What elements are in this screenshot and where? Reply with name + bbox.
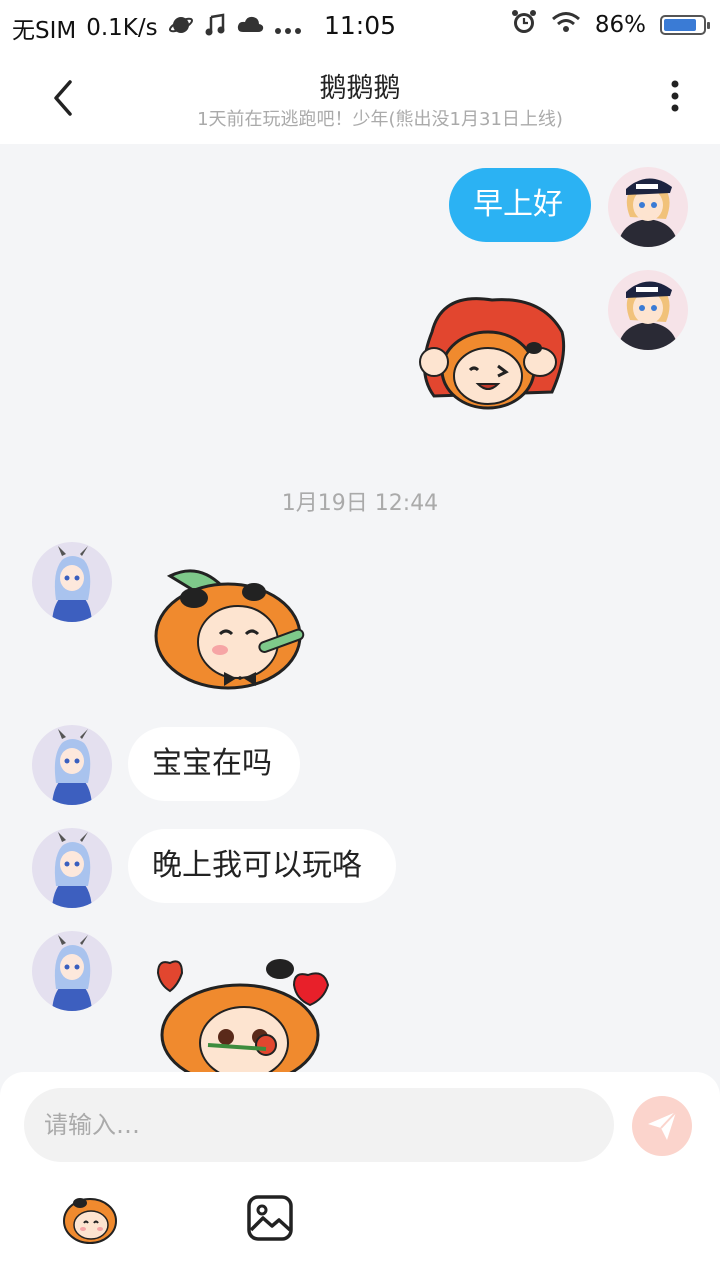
wifi-icon bbox=[551, 11, 581, 39]
image-button[interactable] bbox=[246, 1194, 294, 1242]
send-button[interactable] bbox=[632, 1096, 692, 1156]
image-icon bbox=[247, 1195, 293, 1241]
status-bar: 无SIM 0.1K/s 11:05 86% bbox=[0, 0, 720, 50]
contact-avatar[interactable] bbox=[32, 725, 112, 805]
contact-avatar[interactable] bbox=[32, 931, 112, 1011]
my-avatar[interactable] bbox=[608, 270, 688, 350]
my-avatar[interactable] bbox=[608, 167, 688, 247]
input-panel bbox=[0, 1072, 720, 1280]
contact-avatar-icon bbox=[32, 542, 112, 622]
alarm-icon bbox=[511, 9, 537, 41]
rose-character-sticker-icon bbox=[156, 959, 330, 1087]
message-input[interactable] bbox=[24, 1088, 614, 1162]
sticker-button[interactable] bbox=[60, 1187, 120, 1247]
chat-header: 鹅鹅鹅 1天前在玩逃跑吧！少年(熊出没1月31日上线) bbox=[0, 50, 720, 144]
contact-avatar-icon bbox=[32, 725, 112, 805]
chat-subtitle: 1天前在玩逃跑吧！少年(熊出没1月31日上线) bbox=[197, 109, 563, 130]
send-icon bbox=[648, 1111, 677, 1140]
party-character-sticker-icon bbox=[154, 569, 305, 690]
battery-percent: 86% bbox=[594, 12, 646, 38]
contact-avatar[interactable] bbox=[32, 542, 112, 622]
sticker-message[interactable] bbox=[148, 945, 334, 1087]
sticker-face-icon bbox=[63, 1198, 117, 1244]
chat-title: 鹅鹅鹅 bbox=[319, 73, 401, 104]
more-options-button[interactable] bbox=[660, 78, 690, 118]
sticker-message[interactable] bbox=[148, 552, 320, 692]
user-avatar-icon bbox=[608, 167, 688, 247]
sticker-message[interactable] bbox=[412, 292, 568, 414]
more-vertical-icon bbox=[671, 80, 679, 112]
my-message-bubble[interactable]: 早上好 bbox=[449, 168, 591, 242]
contact-avatar-icon bbox=[32, 828, 112, 908]
message-timestamp: 1月19日 12:44 bbox=[281, 491, 439, 516]
battery-icon bbox=[660, 15, 710, 35]
contact-avatar-icon bbox=[32, 931, 112, 1011]
contact-message-bubble[interactable]: 晚上我可以玩咯 bbox=[128, 829, 396, 903]
user-avatar-icon bbox=[608, 270, 688, 350]
contact-avatar[interactable] bbox=[32, 828, 112, 908]
waving-character-sticker-icon bbox=[419, 297, 566, 410]
contact-message-bubble[interactable]: 宝宝在吗 bbox=[128, 727, 300, 801]
